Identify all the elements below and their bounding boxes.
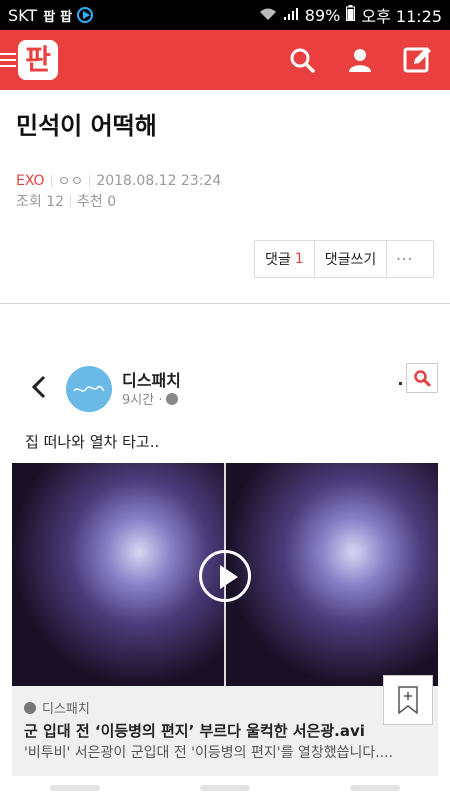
battery-percent: 89% bbox=[304, 5, 341, 25]
compose-icon[interactable] bbox=[402, 44, 434, 76]
clock: 오후 11:25 bbox=[361, 7, 442, 26]
recommend-count: 추천 0 bbox=[77, 194, 117, 210]
comment-bar: 댓글 1 댓글쓰기 ··· bbox=[254, 240, 434, 278]
like-placeholder bbox=[50, 785, 100, 791]
wifi-icon bbox=[259, 6, 277, 25]
link-source: 디스패치 bbox=[24, 698, 90, 717]
post-caption: 집 떠나와 열차 타고.. bbox=[25, 433, 160, 451]
lightning-icon bbox=[24, 701, 36, 714]
dot-icon bbox=[399, 382, 402, 385]
search-icon[interactable] bbox=[286, 44, 318, 76]
link-source-name: 디스패치 bbox=[42, 702, 90, 717]
page-name[interactable]: 디스패치 bbox=[122, 367, 181, 391]
link-preview-card[interactable]: 디스패치 군 입대 전 ‘이등병의 편지’ 부르다 울컥한 서은광.avi '비… bbox=[12, 686, 438, 776]
carrier-label: SKT bbox=[8, 5, 38, 25]
battery-icon bbox=[346, 5, 356, 25]
share-placeholder bbox=[350, 785, 400, 791]
article-meta: EXO ㅇㅇ 2018.08.12 23:24 bbox=[16, 171, 221, 191]
author-name: ㅇㅇ bbox=[57, 174, 84, 190]
section-divider bbox=[0, 303, 450, 304]
more-options-button[interactable]: ··· bbox=[387, 241, 421, 277]
comments-count: 1 bbox=[294, 251, 304, 267]
divider bbox=[70, 195, 72, 207]
bookmark-add-icon[interactable] bbox=[383, 675, 433, 725]
user-icon[interactable] bbox=[344, 44, 376, 76]
comments-label: 댓글 bbox=[265, 252, 291, 268]
zoom-search-button[interactable] bbox=[406, 363, 438, 393]
comment-placeholder bbox=[200, 785, 250, 791]
link-title: 군 입대 전 ‘이등병의 편지’ 부르다 울컥한 서은광.avi bbox=[24, 722, 365, 740]
divider bbox=[50, 175, 52, 187]
post-time: 9시간 · bbox=[122, 389, 179, 408]
category-link[interactable]: EXO bbox=[16, 173, 45, 189]
video-frame-right bbox=[226, 463, 438, 686]
notification-badge: 팝 bbox=[60, 9, 72, 25]
menu-icon[interactable] bbox=[0, 53, 16, 67]
app-logo[interactable]: 판 bbox=[18, 40, 58, 80]
video-frame-left bbox=[12, 463, 224, 686]
post-date: 2018.08.12 23:24 bbox=[96, 173, 222, 189]
media-play-icon bbox=[77, 7, 94, 23]
app-header: 판 bbox=[0, 30, 450, 90]
status-bar: SKT 팝 팝 89% 오후 11:25 bbox=[0, 0, 450, 30]
notification-badge: 팝 bbox=[43, 9, 55, 25]
video-thumbnail[interactable] bbox=[12, 463, 438, 686]
play-icon[interactable] bbox=[199, 550, 251, 602]
globe-icon bbox=[166, 392, 179, 405]
back-chevron-icon[interactable] bbox=[28, 373, 48, 401]
write-comment-button[interactable]: 댓글쓰기 bbox=[315, 241, 388, 277]
link-description: '비투비' 서은광이 군입대 전 '이등병의 편지'를 열창했씁니다.... bbox=[24, 745, 394, 761]
signal-icon bbox=[283, 6, 299, 25]
divider bbox=[89, 175, 91, 187]
article-stats: 조회 12 추천 0 bbox=[16, 191, 116, 211]
comments-button[interactable]: 댓글 1 bbox=[255, 241, 315, 277]
avatar[interactable] bbox=[66, 366, 112, 412]
time-ago: 9시간 · bbox=[122, 393, 163, 408]
reaction-bar-partial bbox=[0, 785, 450, 800]
view-count: 조회 12 bbox=[16, 194, 65, 210]
search-icon bbox=[414, 370, 431, 387]
page-title: 민석이 어떡해 bbox=[16, 112, 157, 140]
